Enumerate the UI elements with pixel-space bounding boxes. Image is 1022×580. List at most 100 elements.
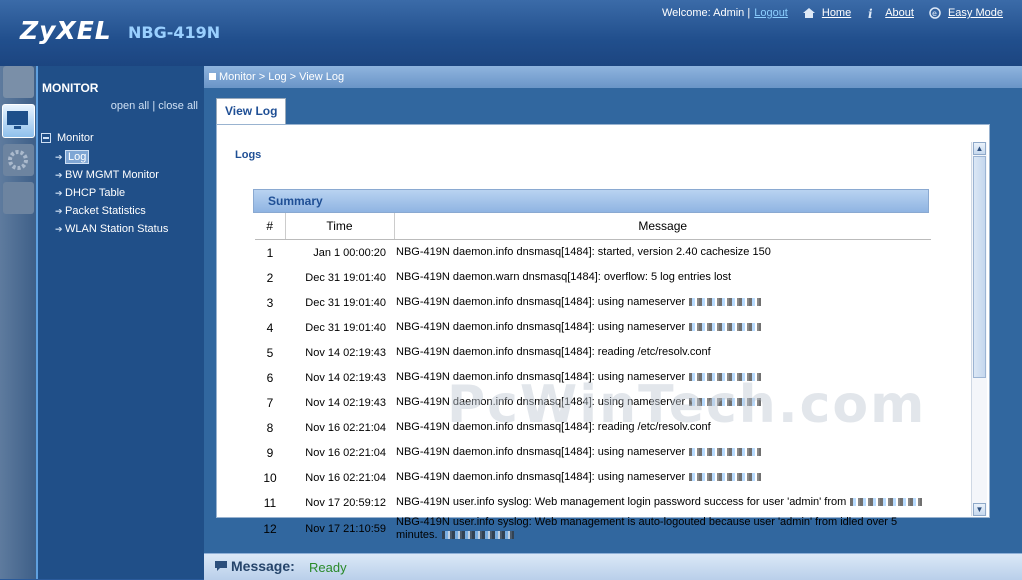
scroll-up-arrow-icon[interactable]: ▲ <box>973 142 986 155</box>
table-row: 7 Nov 14 02:19:43 NBG-419N daemon.info dns… <box>255 390 931 415</box>
menu-tree: Monitor ➔ Log ➔ BW MGMT Monitor ➔ DHCP Tabl… <box>41 132 168 238</box>
row-time: Jan 1 00:00:20 <box>313 246 386 259</box>
menu-item-label: BW MGMT Monitor <box>65 169 159 181</box>
menu-title: MONITOR <box>42 81 99 95</box>
row-time: Nov 17 20:59:12 <box>305 496 386 509</box>
row-message: NBG-419N daemon.info dnsmasq[1484]: usin… <box>396 446 686 458</box>
logs-title: Logs <box>235 149 262 161</box>
redacted-address <box>689 373 762 382</box>
home-icon[interactable] <box>802 7 816 19</box>
column-header-number: # <box>255 213 286 240</box>
menu-expand-controls: open all | close all <box>111 100 198 112</box>
table-row: 3 Dec 31 19:01:40 NBG-419N daemon.info dns… <box>255 290 931 315</box>
row-time: Nov 17 21:10:59 <box>305 523 386 535</box>
message-bar: Message: Ready <box>204 553 1022 580</box>
row-time: Nov 14 02:19:43 <box>305 396 386 409</box>
table-row: 12 Nov 17 21:10:59 NBG-419N user.info sysl… <box>255 515 931 543</box>
row-number: 2 <box>266 270 274 285</box>
monitor-icon[interactable] <box>2 104 35 138</box>
logout-link[interactable]: Logout <box>754 7 788 19</box>
table-row: 11 Nov 17 20:59:12 NBG-419N user.info sysl… <box>255 490 931 515</box>
bullet-icon: ➔ <box>55 205 63 216</box>
row-message-cell: NBG-419N daemon.info dnsmasq[1484]: usin… <box>394 440 931 465</box>
table-row: 6 Nov 14 02:19:43 NBG-419N daemon.info dns… <box>255 365 931 390</box>
row-message-cell: NBG-419N daemon.info dnsmasq[1484]: star… <box>394 240 931 266</box>
collapse-icon[interactable] <box>41 133 51 143</box>
row-number: 6 <box>266 370 274 385</box>
table-row: 8 Nov 16 02:21:04 NBG-419N daemon.info dns… <box>255 415 931 440</box>
zyxel-logo: ZyXEL <box>20 16 112 45</box>
configuration-gear-icon[interactable] <box>3 144 34 176</box>
row-message: NBG-419N daemon.info dnsmasq[1484]: read… <box>396 421 711 433</box>
row-message-cell: NBG-419N user.info syslog: Web managemen… <box>394 490 931 515</box>
table-header-row: # Time Message <box>255 213 931 240</box>
column-header-time: Time <box>285 213 395 240</box>
menu-item-packet-statistics[interactable]: ➔ Packet Statistics <box>55 202 168 220</box>
close-all-link[interactable]: close all <box>158 100 198 112</box>
svg-text:e: e <box>932 9 937 18</box>
row-number: 7 <box>266 395 274 410</box>
row-number: 9 <box>266 445 274 460</box>
breadcrumb-text: Monitor > Log > View Log <box>219 71 345 83</box>
row-message-cell: NBG-419N daemon.warn dnsmasq[1484]: over… <box>394 265 931 290</box>
redacted-address <box>689 298 762 307</box>
row-time: Dec 31 19:01:40 <box>305 321 386 334</box>
open-all-link[interactable]: open all <box>111 100 150 112</box>
svg-text:i: i <box>868 7 873 19</box>
redacted-address <box>689 473 762 482</box>
tab-bar: View Log <box>204 88 1022 125</box>
row-message: NBG-419N daemon.info dnsmasq[1484]: usin… <box>396 321 686 333</box>
table-row: 5 Nov 14 02:19:43 NBG-419N daemon.info dns… <box>255 340 931 365</box>
table-row: 2 Dec 31 19:01:40 NBG-419N daemon.warn dns… <box>255 265 931 290</box>
menu-item-dhcp-table[interactable]: ➔ DHCP Table <box>55 184 168 202</box>
log-panel: Logs Summary # Time Message 1 Jan 1 00:00… <box>216 124 990 541</box>
scrollbar-thumb[interactable] <box>973 156 986 378</box>
about-link[interactable]: About <box>885 7 914 19</box>
header: ZyXEL NBG-419N Welcome: Admin | Logout H… <box>0 0 1022 66</box>
column-header-message: Message <box>394 213 931 240</box>
redacted-address <box>689 323 762 332</box>
log-table: # Time Message 1 Jan 1 00:00:20 NBG-419N d… <box>255 213 931 543</box>
row-message-cell: NBG-419N daemon.info dnsmasq[1484]: read… <box>394 415 931 440</box>
row-message: NBG-419N daemon.info dnsmasq[1484]: read… <box>396 346 711 358</box>
top-navigation: Welcome: Admin | Logout Home i About e E… <box>662 7 1003 19</box>
row-message-cell: NBG-419N daemon.info dnsmasq[1484]: read… <box>394 340 931 365</box>
status-icon[interactable] <box>3 66 34 98</box>
info-icon[interactable]: i <box>865 7 879 19</box>
bullet-icon: ➔ <box>55 169 63 180</box>
scrollbar[interactable]: ▲ ▼ <box>971 142 987 516</box>
row-number: 3 <box>266 295 274 310</box>
row-number: 5 <box>266 345 274 360</box>
log-table-body: 1 Jan 1 00:00:20 NBG-419N daemon.info dnsm… <box>255 240 931 544</box>
tab-view-log[interactable]: View Log <box>216 98 287 125</box>
menu-item-wlan-station-status[interactable]: ➔ WLAN Station Status <box>55 220 168 238</box>
row-time: Nov 16 02:21:04 <box>305 471 386 484</box>
menu-root-monitor[interactable]: Monitor <box>41 132 168 144</box>
row-message: NBG-419N daemon.info dnsmasq[1484]: star… <box>396 246 771 258</box>
maintenance-icon[interactable] <box>3 182 34 214</box>
row-message-cell: NBG-419N daemon.info dnsmasq[1484]: usin… <box>394 290 931 315</box>
home-link[interactable]: Home <box>822 7 851 19</box>
row-number: 8 <box>266 420 274 435</box>
row-number: 4 <box>266 320 274 335</box>
easy-mode-icon[interactable]: e <box>928 7 942 19</box>
scroll-down-arrow-icon[interactable]: ▼ <box>973 503 986 516</box>
bullet-icon: ➔ <box>55 187 63 198</box>
row-number: 12 <box>263 522 277 536</box>
message-value: Ready <box>309 560 347 575</box>
menu-item-label: WLAN Station Status <box>65 223 169 235</box>
row-number: 10 <box>263 470 277 485</box>
row-time: Nov 14 02:19:43 <box>305 346 386 359</box>
bullet-icon: ➔ <box>55 151 63 162</box>
main-area: Monitor > Log > View Log View Log Logs S… <box>204 66 1022 579</box>
redacted-address <box>689 448 762 457</box>
summary-header: Summary <box>253 189 929 213</box>
redacted-address <box>689 398 762 407</box>
row-time: Nov 16 02:21:04 <box>305 421 386 434</box>
row-time: Dec 31 19:01:40 <box>305 296 386 309</box>
model-name: NBG-419N <box>128 23 221 42</box>
menu-item-bw-mgmt-monitor[interactable]: ➔ BW MGMT Monitor <box>55 166 168 184</box>
easy-mode-link[interactable]: Easy Mode <box>948 7 1003 19</box>
menu-item-log[interactable]: ➔ Log <box>55 148 168 166</box>
row-message: NBG-419N daemon.info dnsmasq[1484]: usin… <box>396 371 686 383</box>
